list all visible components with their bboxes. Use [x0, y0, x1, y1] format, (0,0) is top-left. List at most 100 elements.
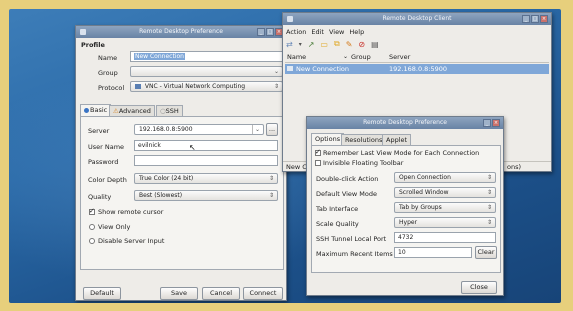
- max-recent-value: 10: [398, 249, 406, 256]
- tab-interface-select[interactable]: Tab by Groups ⇕: [394, 202, 496, 213]
- disable-input-label: Disable Server Input: [98, 237, 165, 245]
- copy-icon[interactable]: ⧉: [334, 39, 340, 49]
- invisible-toolbar-checkbox[interactable]: [315, 160, 321, 166]
- preference-titlebar[interactable]: Remote Desktop Preference _ □ ×: [76, 26, 286, 38]
- remember-view-checkbox[interactable]: [315, 148, 321, 156]
- protocol-label: Protocol: [98, 84, 125, 92]
- status-text: New C: [286, 163, 307, 171]
- mouse-cursor-icon: ↖: [189, 143, 196, 152]
- disable-input-checkbox[interactable]: [89, 238, 95, 244]
- tab-advanced-label: Advanced: [118, 107, 151, 115]
- column-sort-icon: ⌄: [343, 53, 349, 60]
- tab-interface-label: Tab Interface: [316, 205, 359, 213]
- view-mode-select[interactable]: Scrolled Window ⇕: [394, 187, 496, 198]
- protocol-value: VNC - Virtual Network Computing: [144, 83, 246, 90]
- quality-arrow-icon: ⇕: [268, 192, 274, 199]
- tab-ssh[interactable]: ○SSH: [156, 105, 183, 116]
- group-label: Group: [98, 69, 118, 77]
- options-dialog: Remote Desktop Preference _ × Options Re…: [306, 116, 504, 296]
- save-button[interactable]: Save: [160, 287, 198, 300]
- tab-interface-arrow-icon: ⇕: [486, 204, 492, 211]
- view-only-checkbox[interactable]: [89, 224, 95, 230]
- connection-row-server: 192.168.0.8:5900: [389, 65, 448, 73]
- toolbar: ⇄ ▾ ↗ ▭ ⧉ ✎ ⊘ ▤: [286, 39, 379, 49]
- client-close-icon[interactable]: ×: [540, 15, 548, 23]
- column-name[interactable]: Name: [287, 53, 306, 61]
- view-only-label: View Only: [98, 223, 131, 231]
- menu-edit[interactable]: Edit: [311, 28, 324, 36]
- new-icon[interactable]: ▭: [320, 40, 328, 49]
- options-close-icon[interactable]: ×: [492, 119, 500, 127]
- server-combo[interactable]: 192.168.0.8:5900 ⌄: [134, 124, 264, 135]
- profile-heading: Profile: [81, 41, 105, 49]
- client-maximize-icon[interactable]: □: [531, 15, 539, 23]
- quality-select[interactable]: Best (Slowest) ⇕: [134, 190, 278, 201]
- options-titlebar[interactable]: Remote Desktop Preference _ ×: [307, 117, 503, 129]
- connection-row[interactable]: New Connection 192.168.0.8:5900: [285, 64, 549, 74]
- client-app-icon: [287, 16, 293, 22]
- max-recent-field[interactable]: 10: [394, 247, 472, 258]
- combo-arrow-icon: ⌄: [273, 68, 279, 75]
- name-label: Name: [98, 54, 118, 62]
- quality-label: Quality: [88, 193, 112, 201]
- preference-window: Remote Desktop Preference _ □ × Profile …: [75, 25, 287, 301]
- connect-button[interactable]: Connect: [243, 287, 283, 300]
- protocol-select[interactable]: VNC - Virtual Network Computing ⇕: [130, 81, 283, 92]
- menu-view[interactable]: View: [329, 28, 344, 36]
- color-depth-label: Color Depth: [88, 176, 127, 184]
- view-mode-label: Default View Mode: [316, 190, 378, 198]
- client-titlebar[interactable]: Remote Desktop Client _ □ ×: [283, 13, 551, 25]
- double-click-label: Double-click Action: [316, 175, 379, 183]
- password-label: Password: [88, 158, 119, 166]
- scale-quality-arrow-icon: ⇕: [486, 219, 492, 226]
- password-field[interactable]: [134, 155, 278, 166]
- tab-interface-value: Tab by Groups: [399, 204, 442, 211]
- options-minimize-icon[interactable]: _: [483, 119, 491, 127]
- double-click-value: Open Connection: [399, 174, 451, 181]
- column-server[interactable]: Server: [389, 53, 410, 61]
- show-cursor-checkbox[interactable]: [89, 207, 95, 215]
- menu-help[interactable]: Help: [349, 28, 364, 36]
- server-browse-button[interactable]: ...: [266, 123, 278, 136]
- dropdown-icon[interactable]: ▾: [299, 41, 302, 48]
- edit-icon[interactable]: ✎: [346, 40, 353, 49]
- name-field[interactable]: New Connection: [130, 51, 283, 62]
- minimize-icon[interactable]: _: [257, 28, 265, 36]
- menu-action[interactable]: Action: [286, 28, 306, 36]
- close-button[interactable]: Close: [461, 281, 497, 294]
- tab-resolutions[interactable]: Resolutions: [341, 134, 387, 145]
- ssh-port-field[interactable]: 4732: [394, 232, 496, 243]
- color-depth-arrow-icon: ⇕: [268, 175, 274, 182]
- cancel-button[interactable]: Cancel: [202, 287, 240, 300]
- quick-connect-icon[interactable]: ↗: [308, 40, 315, 49]
- app-icon: [80, 29, 86, 35]
- preference-window-title: Remote Desktop Preference: [139, 28, 223, 35]
- maximize-icon[interactable]: □: [266, 28, 274, 36]
- scale-quality-select[interactable]: Hyper ⇕: [394, 217, 496, 228]
- double-click-select[interactable]: Open Connection ⇕: [394, 172, 496, 183]
- show-cursor-label: Show remote cursor: [98, 208, 164, 216]
- color-depth-select[interactable]: True Color (24 bit) ⇕: [134, 173, 278, 184]
- clear-button[interactable]: Clear: [475, 246, 497, 259]
- tab-ssh-label: SSH: [165, 107, 179, 115]
- scale-quality-value: Hyper: [399, 219, 418, 226]
- preferences-icon[interactable]: ▤: [371, 40, 379, 49]
- group-combo[interactable]: ⌄: [130, 66, 283, 77]
- column-group[interactable]: Group: [351, 53, 371, 61]
- user-name-field[interactable]: evilnick: [134, 140, 278, 151]
- tab-basic[interactable]: Basic: [80, 104, 112, 116]
- monitor-icon: [135, 84, 141, 89]
- tab-advanced[interactable]: ⚠Advanced: [109, 105, 155, 116]
- tab-applet[interactable]: Applet: [382, 134, 412, 145]
- server-dropdown-icon: ⌄: [251, 125, 260, 134]
- remember-view-label: Remember Last View Mode for Each Connect…: [323, 149, 480, 157]
- double-click-arrow-icon: ⇕: [486, 174, 492, 181]
- desktop-background: Remote Desktop Preference _ □ × Profile …: [9, 9, 561, 303]
- client-minimize-icon[interactable]: _: [522, 15, 530, 23]
- tab-options[interactable]: Options: [311, 133, 345, 145]
- client-window-title: Remote Desktop Client: [382, 15, 452, 22]
- connect-icon[interactable]: ⇄: [286, 40, 293, 49]
- user-name-label: User Name: [88, 143, 125, 151]
- default-button[interactable]: Default: [83, 287, 121, 300]
- delete-icon[interactable]: ⊘: [358, 40, 365, 49]
